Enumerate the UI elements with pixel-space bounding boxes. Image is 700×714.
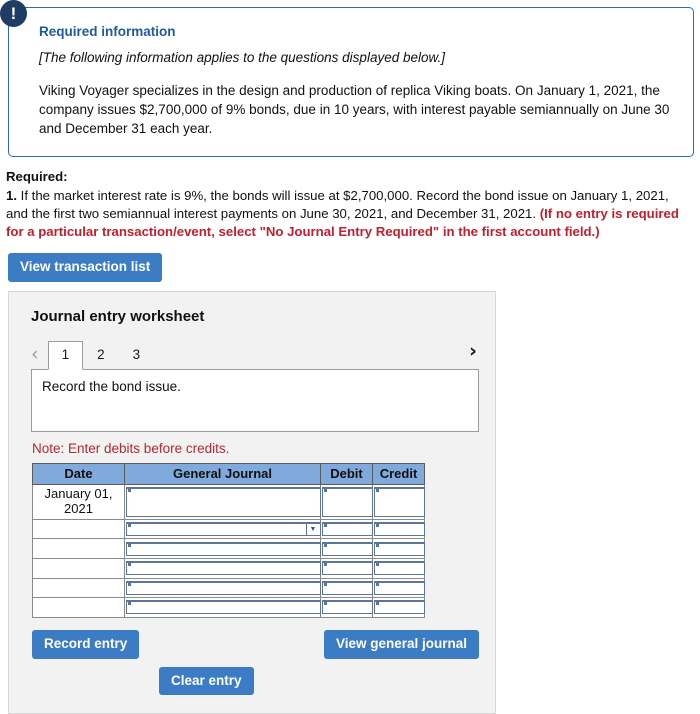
account-input[interactable] (126, 486, 321, 517)
worksheet-secondary-actions: Clear entry (29, 666, 479, 696)
cell-debit[interactable] (320, 597, 373, 618)
date-value (33, 598, 124, 617)
cell-credit[interactable] (372, 597, 425, 618)
worksheet-tab-2[interactable]: 2 (83, 341, 119, 369)
account-input[interactable] (126, 580, 321, 595)
cell-general-journal[interactable] (124, 597, 321, 618)
cell-general-journal[interactable] (124, 538, 321, 559)
column-header-general-journal: General Journal (124, 462, 321, 485)
table-row (32, 538, 425, 559)
worksheet-prompt: Record the bond issue. (31, 368, 479, 432)
required-information-callout: ! Required information [The following in… (0, 0, 694, 158)
table-row (32, 577, 425, 599)
account-input[interactable] (126, 541, 321, 556)
date-value (33, 520, 124, 539)
chevron-left-icon[interactable]: ‹ (31, 344, 39, 369)
cell-general-journal[interactable] (124, 483, 321, 520)
debit-input[interactable] (322, 522, 373, 537)
exclamation-icon: ! (0, 0, 27, 27)
column-header-debit: Debit (320, 462, 373, 485)
clear-entry-button[interactable]: Clear entry (159, 666, 254, 696)
credit-input[interactable] (374, 600, 425, 615)
debit-input[interactable] (322, 580, 373, 595)
record-entry-button[interactable]: Record entry (32, 630, 140, 659)
required-label: Required: (6, 169, 68, 185)
cell-debit[interactable] (320, 518, 373, 540)
worksheet-primary-actions: Record entry View general journal (29, 630, 479, 659)
table-row: ▼ (32, 518, 425, 540)
required-information-body: Viking Voyager specializes in the design… (39, 83, 670, 137)
credit-input[interactable] (374, 541, 425, 556)
cell-debit[interactable] (320, 538, 373, 559)
required-information-title: Required information (39, 24, 176, 39)
cell-general-journal[interactable] (124, 577, 321, 599)
table-row (32, 597, 425, 618)
cell-date (32, 557, 125, 579)
account-input[interactable] (126, 600, 321, 615)
cell-debit[interactable] (320, 577, 373, 599)
cell-credit[interactable] (372, 538, 425, 559)
required-item-number: 1. (6, 187, 17, 203)
column-header-credit: Credit (372, 462, 425, 485)
date-value (33, 559, 124, 578)
date-value (33, 539, 124, 558)
debit-input[interactable] (322, 541, 373, 556)
credit-input[interactable] (374, 486, 425, 517)
cell-general-journal[interactable] (124, 557, 321, 579)
cell-credit[interactable] (372, 577, 425, 599)
table-header-row: Date General Journal Debit Credit (32, 462, 425, 485)
cell-credit[interactable] (372, 518, 425, 540)
debit-input[interactable] (322, 600, 373, 615)
account-select[interactable]: ▼ (126, 522, 321, 537)
cell-date: January 01, 2021 (32, 483, 125, 520)
column-header-date: Date (32, 462, 125, 485)
cell-debit[interactable] (320, 483, 373, 520)
cell-debit[interactable] (320, 557, 373, 579)
chevron-down-icon[interactable]: ▼ (306, 524, 319, 536)
cell-date (32, 518, 125, 540)
view-transaction-list-button[interactable]: View transaction list (8, 253, 163, 282)
cell-credit[interactable] (372, 557, 425, 579)
cell-general-journal[interactable]: ▼ (124, 518, 321, 540)
debit-input[interactable] (322, 486, 373, 517)
date-value (33, 579, 124, 598)
table-row (32, 557, 425, 579)
account-input[interactable] (126, 561, 321, 576)
table-row: January 01, 2021 (32, 483, 425, 520)
debit-input[interactable] (322, 561, 373, 576)
cell-credit[interactable] (372, 483, 425, 520)
credit-input[interactable] (374, 580, 425, 595)
worksheet-note: Note: Enter debits before credits. (32, 440, 230, 456)
cell-date (32, 577, 125, 599)
view-general-journal-button[interactable]: View general journal (323, 630, 479, 659)
cell-date (32, 538, 125, 559)
credit-input[interactable] (374, 522, 425, 537)
journal-entry-table: Date General Journal Debit Credit Januar… (32, 462, 425, 618)
cell-date (32, 597, 125, 618)
required-information-box: Required information [The following info… (8, 7, 694, 158)
worksheet-title: Journal entry worksheet (31, 307, 205, 325)
chevron-right-icon[interactable]: › (469, 341, 477, 366)
required-instructions: Required: 1. If the market interest rate… (6, 168, 694, 241)
worksheet-tab-1[interactable]: 1 (47, 340, 84, 370)
journal-entry-table-body: January 01, 2021 ▼ (32, 483, 425, 618)
worksheet-tab-3[interactable]: 3 (119, 341, 155, 369)
worksheet-pager: ‹ 1 2 3 › (31, 339, 479, 370)
required-information-note: [The following information applies to th… (39, 50, 445, 65)
credit-input[interactable] (374, 561, 425, 576)
date-value: January 01, 2021 (44, 486, 113, 516)
journal-entry-worksheet-panel: Journal entry worksheet ‹ 1 2 3 › Record… (8, 290, 496, 714)
